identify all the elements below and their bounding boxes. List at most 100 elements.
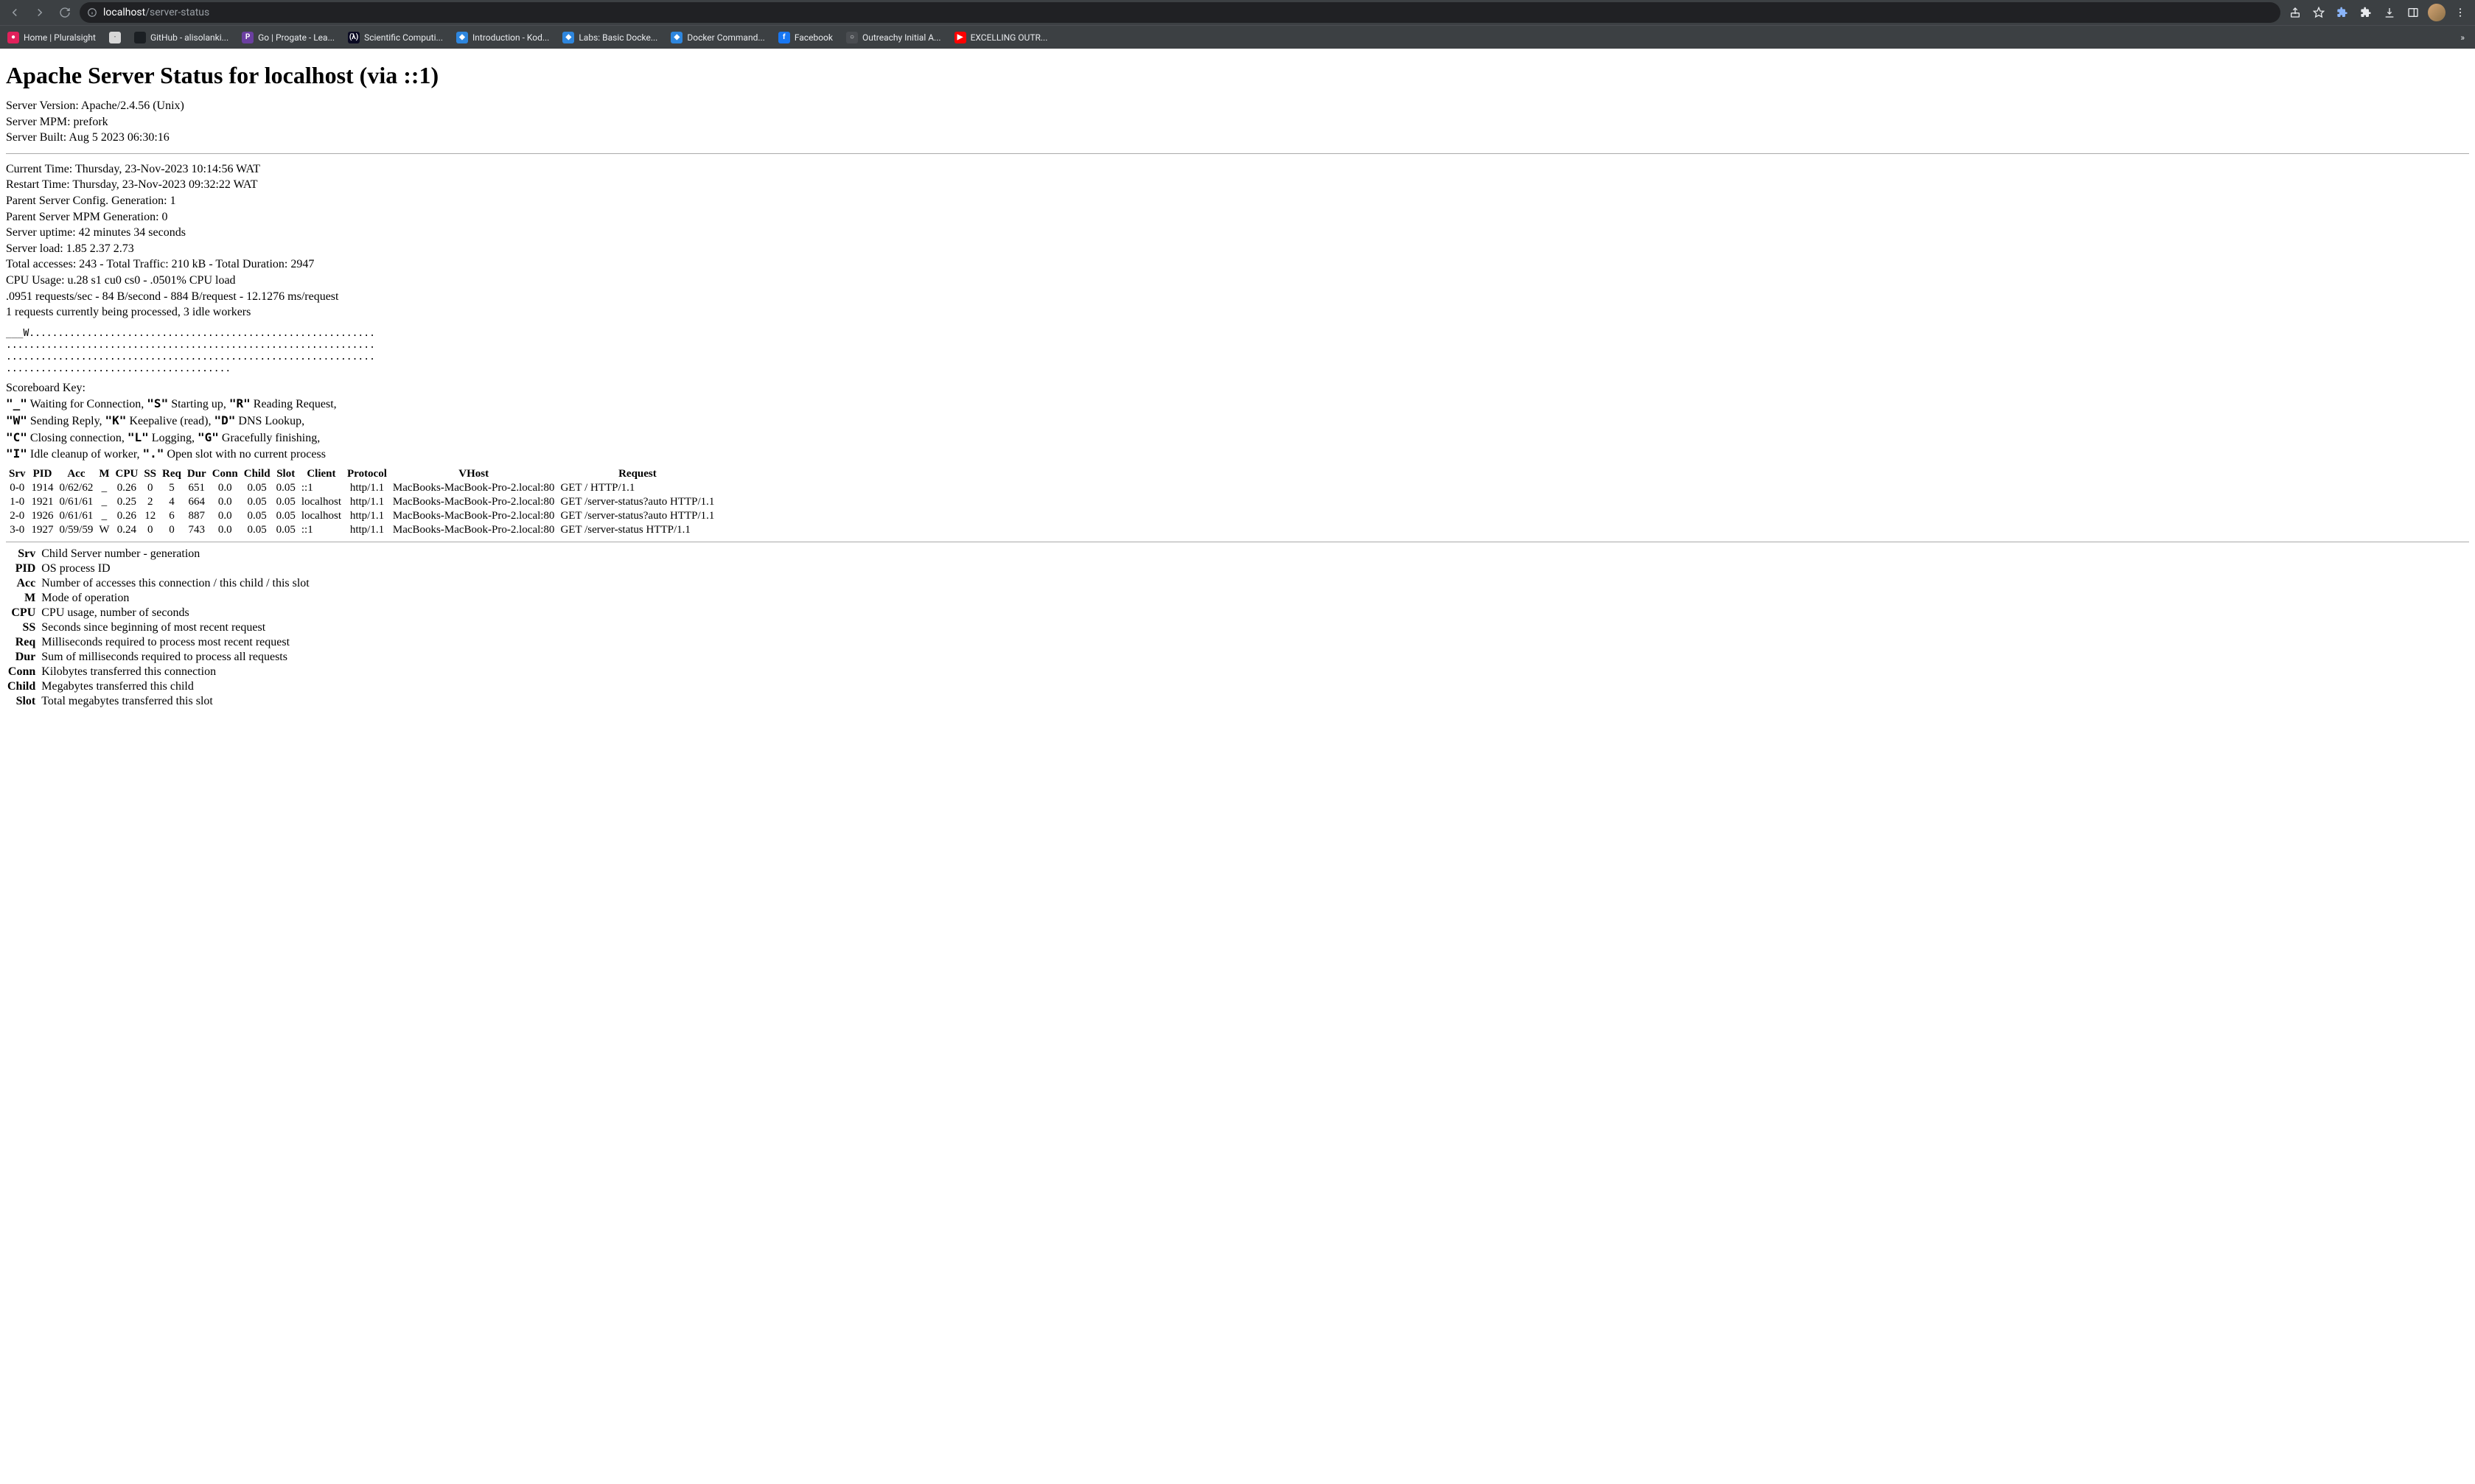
favicon-icon: ◆ (456, 32, 468, 43)
worker-cell-srv: 2-0 (6, 509, 29, 523)
bookmark-item[interactable]: · (109, 32, 121, 43)
favicon-icon: (λ) (348, 32, 360, 43)
worker-cell-ss: 0 (141, 481, 159, 495)
worker-cell-cpu: 0.24 (113, 523, 142, 537)
worker-table: SrvPIDAccMCPUSSReqDurConnChildSlotClient… (6, 467, 717, 537)
worker-col-header: Dur (184, 467, 209, 481)
bookmarks-overflow-icon[interactable]: » (2457, 29, 2468, 46)
glossary-term: PID (6, 561, 40, 576)
worker-cell-pid: 1921 (29, 495, 57, 509)
bookmark-item[interactable]: ◆Introduction - Kod... (456, 32, 549, 43)
bookmark-star-icon[interactable] (2308, 2, 2329, 23)
back-button[interactable] (4, 2, 25, 23)
extension-puzzle-colored-icon[interactable] (2332, 2, 2353, 23)
bookmark-label: Docker Command... (687, 32, 765, 43)
worker-cell-request: GET /server-status?auto HTTP/1.1 (557, 509, 717, 523)
address-bar[interactable]: localhost/server-status (80, 2, 2280, 23)
bookmark-item[interactable]: PGo | Progate - Lea... (242, 32, 335, 43)
glossary-desc: Number of accesses this connection / thi… (40, 576, 311, 591)
downloads-icon[interactable] (2379, 2, 2400, 23)
glossary-desc: Kilobytes transferred this connection (40, 665, 311, 679)
worker-cell-req: 4 (159, 495, 184, 509)
bookmark-item[interactable]: ◆ Labs: Basic Docke... (562, 32, 657, 43)
bookmark-item[interactable]: ◆ Docker Command... (671, 32, 765, 43)
share-icon[interactable] (2285, 2, 2305, 23)
server-stat-line: Total accesses: 243 - Total Traffic: 210… (6, 256, 2469, 273)
scoreboard: ___W....................................… (6, 328, 2469, 376)
glossary-row: CPUCPU usage, number of seconds (6, 606, 311, 620)
worker-table-header-row: SrvPIDAccMCPUSSReqDurConnChildSlotClient… (6, 467, 717, 481)
worker-col-header: PID (29, 467, 57, 481)
panel-icon[interactable] (2403, 2, 2423, 23)
bookmark-label: EXCELLING OUTR... (971, 32, 1048, 43)
worker-cell-srv: 0-0 (6, 481, 29, 495)
scoreboard-key-line: "I" Idle cleanup of worker, "." Open slo… (6, 446, 2469, 463)
glossary-row: SrvChild Server number - generation (6, 547, 311, 561)
worker-col-header: CPU (113, 467, 142, 481)
worker-cell-dur: 743 (184, 523, 209, 537)
bookmark-item[interactable]: ●Home | Pluralsight (7, 32, 96, 43)
glossary-term: Child (6, 679, 40, 694)
bookmark-item[interactable]: ▶ EXCELLING OUTR... (954, 32, 1048, 43)
glossary-term: Conn (6, 665, 40, 679)
glossary-desc: Seconds since beginning of most recent r… (40, 620, 311, 635)
page-title: Apache Server Status for localhost (via … (6, 62, 2469, 89)
worker-cell-protocol: http/1.1 (344, 509, 390, 523)
worker-cell-conn: 0.0 (209, 481, 241, 495)
worker-col-header: Conn (209, 467, 241, 481)
bookmark-item[interactable]: fFacebook (778, 32, 833, 43)
worker-cell-acc: 0/61/61 (57, 509, 97, 523)
extensions-icon[interactable] (2356, 2, 2376, 23)
server-stat-line: Parent Server Config. Generation: 1 (6, 193, 2469, 209)
server-stat-line: CPU Usage: u.28 s1 cu0 cs0 - .0501% CPU … (6, 273, 2469, 289)
bookmark-label: Labs: Basic Docke... (579, 32, 657, 43)
worker-cell-acc: 0/59/59 (57, 523, 97, 537)
worker-cell-protocol: http/1.1 (344, 481, 390, 495)
bookmark-label: Scientific Computi... (364, 32, 443, 43)
glossary-desc: Sum of milliseconds required to process … (40, 650, 311, 665)
worker-col-header: M (96, 467, 112, 481)
favicon-icon: ◆ (562, 32, 574, 43)
server-info-block: Server Version: Apache/2.4.56 (Unix)Serv… (6, 98, 2469, 146)
profile-avatar[interactable] (2426, 2, 2447, 23)
favicon-icon (134, 32, 146, 43)
url-text: localhost/server-status (103, 7, 209, 18)
reload-button[interactable] (55, 2, 75, 23)
worker-cell-child: 0.05 (241, 495, 273, 509)
favicon-icon: · (109, 32, 121, 43)
worker-cell-m: _ (96, 481, 112, 495)
site-info-icon[interactable] (87, 7, 97, 18)
bookmark-item[interactable]: GitHub - alisolanki... (134, 32, 228, 43)
server-stat-line: Restart Time: Thursday, 23-Nov-2023 09:3… (6, 177, 2469, 193)
server-stat-line: Parent Server MPM Generation: 0 (6, 209, 2469, 225)
worker-cell-request: GET / HTTP/1.1 (557, 481, 717, 495)
worker-cell-req: 0 (159, 523, 184, 537)
worker-row: 2-019260/61/61_0.261268870.00.050.05loca… (6, 509, 717, 523)
worker-cell-client: ::1 (299, 523, 344, 537)
bookmark-item[interactable]: ○Outreachy Initial A... (846, 32, 941, 43)
glossary-desc: Child Server number - generation (40, 547, 311, 561)
bookmark-item[interactable]: (λ) Scientific Computi... (348, 32, 443, 43)
overflow-menu-icon[interactable] (2450, 2, 2471, 23)
glossary-term: Slot (6, 694, 40, 709)
worker-cell-cpu: 0.26 (113, 481, 142, 495)
bookmark-label: Home | Pluralsight (24, 32, 96, 43)
worker-row: 3-019270/59/59W0.24007430.00.050.05::1ht… (6, 523, 717, 537)
glossary-table: SrvChild Server number - generationPIDOS… (6, 547, 311, 709)
worker-col-header: Client (299, 467, 344, 481)
forward-button[interactable] (29, 2, 50, 23)
worker-cell-conn: 0.0 (209, 495, 241, 509)
worker-cell-m: _ (96, 495, 112, 509)
worker-cell-srv: 1-0 (6, 495, 29, 509)
worker-cell-child: 0.05 (241, 509, 273, 523)
worker-cell-client: ::1 (299, 481, 344, 495)
worker-row: 1-019210/61/61_0.25246640.00.050.05local… (6, 495, 717, 509)
favicon-icon: f (778, 32, 790, 43)
worker-cell-child: 0.05 (241, 523, 273, 537)
worker-col-header: Req (159, 467, 184, 481)
favicon-icon: ▶ (954, 32, 966, 43)
worker-cell-slot: 0.05 (273, 495, 299, 509)
worker-cell-ss: 2 (141, 495, 159, 509)
worker-cell-acc: 0/62/62 (57, 481, 97, 495)
favicon-icon: ◆ (671, 32, 683, 43)
